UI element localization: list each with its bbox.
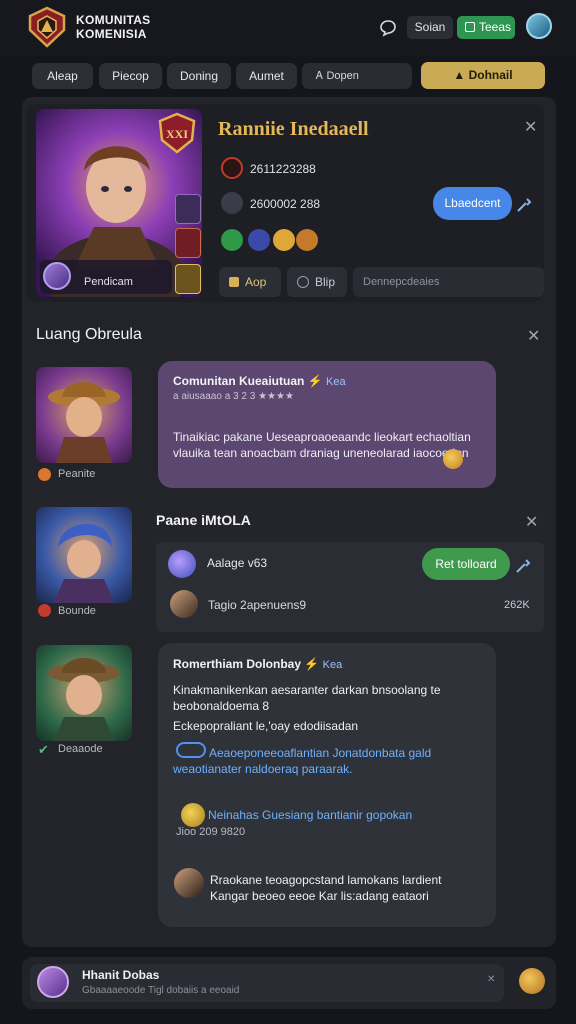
search-field[interactable]: Ꭺ Dopen	[302, 63, 412, 89]
blue-action-button[interactable]: Lbaedcent	[433, 187, 512, 220]
composer-placeholder: Gbaaaaeoode Tigl dobaiis a eeoaid	[82, 985, 240, 996]
close-icon[interactable]: ✕	[527, 326, 540, 346]
message-avatar-3[interactable]	[36, 645, 132, 741]
gold-cta-button[interactable]: ▲ Dohnail	[421, 62, 545, 89]
profile-text-field[interactable]: Dennepcdeaies	[353, 267, 544, 297]
panel-count: 262K	[504, 599, 530, 611]
sender-name: Romerthiam Dolonbay	[173, 657, 302, 671]
rank-badge-icon: XXI	[158, 112, 196, 154]
message-avatar-1[interactable]	[36, 367, 132, 463]
gem-icon[interactable]	[296, 229, 318, 251]
primary-header-button[interactable]: Teeas	[457, 16, 515, 39]
message-subline-1: a aiusaaao a 3 2 3 ★★★★	[173, 391, 294, 402]
tool-button-aop[interactable]: Aop	[219, 267, 281, 297]
tool-button-aop-label: Aop	[245, 275, 267, 289]
message-username-2: Bounde	[58, 605, 96, 617]
green-skill-icon[interactable]	[221, 229, 243, 251]
box-icon	[229, 277, 239, 287]
lightning-icon	[168, 550, 196, 578]
emoji-icon[interactable]	[519, 968, 545, 994]
stat-value-2: 2600002 288	[250, 197, 321, 211]
avatar-illustration	[48, 658, 120, 741]
secondary-header-button[interactable]: Soian	[407, 16, 453, 39]
brand-name: KOMUNITAS KOMENISIA	[76, 13, 150, 41]
coin-text[interactable]: Neinahas Guesiang bantianir gopokan	[208, 808, 412, 822]
close-icon[interactable]: ✕	[524, 117, 537, 137]
primary-header-button-label: Teeas	[479, 20, 512, 34]
side-skill-icon-1[interactable]	[175, 194, 201, 224]
tool-icon[interactable]	[514, 557, 532, 575]
message-body-1: Tinaikiac pakane Ueseaproaoeaandc lieoka…	[173, 430, 471, 460]
lightning-icon: ⚡	[304, 657, 320, 671]
sender-name: Comunitan Kueaiutuan	[173, 374, 305, 388]
panel-line-2: Tagio 2apenuens9	[208, 598, 307, 612]
stat-value-1: 2611223288	[250, 162, 316, 176]
hero-caption-text: Pendicam	[84, 276, 133, 288]
composer-name: Hhanit Dobas	[82, 968, 160, 982]
side-skill-icon-2[interactable]	[175, 228, 201, 258]
tool-button-blip-label: Blip	[315, 275, 336, 289]
tab-aumet[interactable]: Aumet	[236, 63, 297, 89]
small-avatar[interactable]	[174, 868, 204, 898]
message-sender-3: Romerthiam Dolonbay ⚡ Kea	[173, 657, 342, 671]
composer-avatar[interactable]	[37, 966, 69, 998]
tool-icon[interactable]	[515, 196, 533, 214]
blue-skill-icon[interactable]	[248, 229, 270, 251]
tool-button-blip[interactable]: Blip	[287, 267, 347, 297]
avatar-illustration	[54, 523, 114, 603]
message-body-3b: Eckepopraliant le,'oay edodiisadan	[173, 719, 359, 733]
message-username-3: Deaaode	[58, 743, 103, 755]
message-sender-1: Comunitan Kueaiutuan ⚡ Kea	[173, 374, 346, 388]
message-avatar-2[interactable]	[36, 507, 132, 603]
emoji-reaction-icon[interactable]	[443, 449, 463, 469]
side-skill-icon-3[interactable]	[175, 264, 201, 294]
close-icon[interactable]: ✕	[487, 974, 495, 985]
close-icon[interactable]: ✕	[525, 512, 538, 532]
user-status-icon	[38, 604, 51, 617]
chat-title: Luang Obreula	[36, 326, 142, 343]
profile-title: Ranniie Inedaaell	[218, 118, 369, 140]
tab-doning[interactable]: Doning	[167, 63, 231, 89]
panel-line-1: Aalage v63	[207, 556, 268, 570]
message-username-1: Peanite	[58, 468, 96, 480]
avatar-illustration	[48, 382, 120, 463]
gear-icon	[221, 192, 243, 214]
sender-tag: Kea	[325, 376, 346, 388]
brand-logo[interactable]	[26, 6, 68, 48]
coin-icon	[181, 803, 205, 827]
tab-aleap[interactable]: Aleap	[32, 63, 93, 89]
info-icon	[297, 276, 309, 288]
panel-title: Paane iMtOLA	[156, 512, 251, 528]
sender-tag: Kea	[322, 659, 343, 671]
message-footer-3: Rraokane teoagopcstand lamokans lardient…	[210, 873, 442, 903]
brand-line-1: KOMUNITAS	[76, 13, 151, 27]
plus-icon	[465, 22, 475, 32]
check-icon: ✔	[38, 742, 49, 757]
hero-mini-avatar	[43, 262, 71, 290]
green-action-button[interactable]: Ret tolloard	[422, 548, 510, 580]
lightning-icon: ⚡	[307, 374, 323, 388]
svg-text:XXI: XXI	[166, 127, 188, 141]
tab-piecop[interactable]: Piecop	[99, 63, 162, 89]
message-link-3[interactable]: Aeaoeponeeoaflantian Jonatdonbata gald w…	[173, 745, 483, 777]
emoji-icon[interactable]	[273, 229, 295, 251]
small-avatar[interactable]	[170, 590, 198, 618]
brand-line-2: KOMENISIA	[76, 27, 147, 41]
user-status-icon	[38, 468, 51, 481]
chat-bubble-icon[interactable]	[378, 18, 398, 38]
message-body-3a: Kinakmanikenkan aesaranter darkan bnsool…	[173, 683, 441, 713]
user-avatar[interactable]	[526, 13, 552, 39]
clock-icon	[221, 157, 243, 179]
coin-subtext: Jioo 209 9820	[176, 826, 246, 838]
